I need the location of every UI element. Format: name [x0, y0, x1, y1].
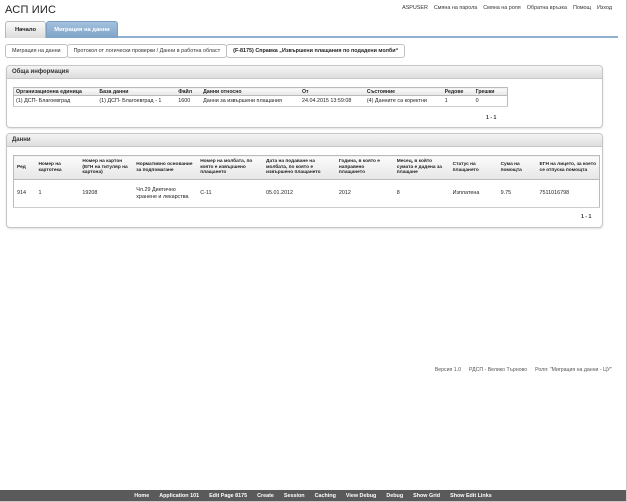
dev-create-link[interactable]: Create [257, 493, 274, 499]
change-role-link[interactable]: Смяна на роля [483, 5, 520, 11]
tab-home[interactable]: Начало [5, 21, 46, 38]
breadcrumb-item-current: (F-8175) Справка „Извършени плащания по … [226, 44, 406, 58]
col-org-unit[interactable]: Организационна единица [13, 87, 98, 96]
data-table: Ред Номер на картотека Номер на картон (… [13, 155, 600, 208]
col-beneficiary-egn[interactable]: ЕГН на лицето, за което се отпуска помощ… [536, 155, 600, 180]
col-card-number[interactable]: Номер на картон (ЕГН на титуляр на карто… [79, 155, 134, 180]
cell-database: (1) ДСП- Благоевград - 1 [97, 95, 177, 107]
footer-info: Версия 1.0 РДСП - Велико Търново Роля: "… [435, 367, 612, 373]
col-application-number[interactable]: Номер на молбата, по която е извършено п… [197, 155, 264, 180]
cell-from: 24.04.2015 13:59:08 [299, 95, 365, 107]
top-links: ASPUSER Смяна на парола Смяна на роля Об… [402, 5, 612, 11]
col-legal-basis[interactable]: Нормативно основание за подпомагане [133, 155, 198, 180]
dev-caching-link[interactable]: Caching [315, 493, 336, 499]
col-application-date[interactable]: Дата на подаване на молбата, по която е … [263, 155, 336, 180]
col-payment-month[interactable]: Месец, в който сумата е дадена за плащан… [393, 155, 450, 180]
cell-org-unit: (1) ДСП- Благоевград [13, 95, 98, 107]
cell-beneficiary-egn: 7511016798 [536, 179, 600, 208]
dev-home-link[interactable]: Home [134, 493, 149, 499]
col-errors[interactable]: Грешки [473, 87, 508, 96]
col-file[interactable]: Файл [176, 87, 202, 96]
tab-data-migration[interactable]: Миграция на данни [46, 21, 118, 38]
cell-payment-status: Изплатена [449, 179, 498, 208]
cell-payment-month: 8 [393, 179, 450, 208]
dev-view-debug-link[interactable]: View Debug [346, 493, 376, 499]
breadcrumb: Миграция на данни Протокол от логически … [5, 44, 406, 58]
data-region: Данни Ред Номер на картотека Номер на ка… [6, 133, 603, 228]
col-row[interactable]: Ред [13, 155, 36, 180]
table-row: 914 1 19208 Чл.29 Диетично хранене и лек… [13, 179, 600, 208]
app-title: АСП ИИС [5, 4, 57, 16]
general-info-title: Обща информация [7, 66, 602, 79]
cell-application-number: С-11 [197, 179, 264, 208]
cell-rows: 1 [442, 95, 474, 107]
user-link[interactable]: ASPUSER [402, 5, 428, 11]
cell-data-about: Данни за извършени плащания [201, 95, 300, 107]
tabs-bar: Начало Миграция на данни [5, 19, 618, 38]
cell-file-number: 1 [35, 179, 80, 208]
cell-card-number: 19208 [79, 179, 134, 208]
cell-state: (4) Данните са коректни [364, 95, 443, 107]
col-from[interactable]: От [299, 87, 365, 96]
col-data-about[interactable]: Данни относно [201, 87, 300, 96]
dev-session-link[interactable]: Session [284, 493, 305, 499]
cell-application-date: 05.01.2012 [263, 179, 336, 208]
table-header-row: Организационна единица База данни Файл Д… [13, 87, 508, 96]
feedback-link[interactable]: Обратна връзка [527, 5, 567, 11]
general-info-region: Обща информация Организационна единица Б… [6, 65, 603, 128]
table-header-row: Ред Номер на картотека Номер на картон (… [13, 155, 600, 180]
dev-show-edit-links-link[interactable]: Show Edit Links [450, 493, 492, 499]
change-password-link[interactable]: Смяна на парола [434, 5, 477, 11]
table-row: (1) ДСП- Благоевград (1) ДСП- Благоевгра… [13, 95, 508, 107]
col-amount[interactable]: Сума на помощта [497, 155, 537, 180]
col-state[interactable]: Състояние [364, 87, 443, 96]
cell-row: 914 [13, 179, 36, 208]
breadcrumb-item-protocol[interactable]: Протокол от логически проверки / Данни в… [66, 44, 228, 58]
breadcrumb-item-migration[interactable]: Миграция на данни [5, 44, 68, 58]
logout-link[interactable]: Изход [597, 5, 612, 11]
unit-label: РДСП - Велико Търново [469, 367, 528, 373]
data-pagination: 1 - 1 [581, 214, 592, 220]
general-info-table: Организационна единица База данни Файл Д… [13, 87, 508, 107]
col-file-number[interactable]: Номер на картотека [35, 155, 80, 180]
cell-amount: 9.75 [497, 179, 537, 208]
cell-errors: 0 [473, 95, 508, 107]
col-payment-status[interactable]: Статус на плащането [449, 155, 498, 180]
dev-debug-link[interactable]: Debug [386, 493, 403, 499]
col-database[interactable]: База данни [97, 87, 177, 96]
help-link[interactable]: Помощ [573, 5, 591, 11]
developer-toolbar: Home Application 101 Edit Page 8175 Crea… [0, 490, 626, 501]
dev-application-link[interactable]: Application 101 [159, 493, 199, 499]
data-region-title: Данни [7, 134, 602, 147]
version-label: Версия 1.0 [434, 367, 462, 373]
dev-edit-page-link[interactable]: Edit Page 8175 [209, 493, 247, 499]
cell-payment-year: 2012 [335, 179, 394, 208]
col-payment-year[interactable]: Година, в която е направено плащането [335, 155, 394, 180]
general-pagination: 1 - 1 [486, 115, 497, 121]
dev-show-grid-link[interactable]: Show Grid [413, 493, 440, 499]
cell-legal-basis: Чл.29 Диетично хранене и лекарства [133, 179, 198, 208]
col-rows[interactable]: Редове [442, 87, 474, 96]
role-label: Роля: "Миграция на данни - ЦУ" [535, 367, 612, 373]
cell-file: 1600 [176, 95, 202, 107]
